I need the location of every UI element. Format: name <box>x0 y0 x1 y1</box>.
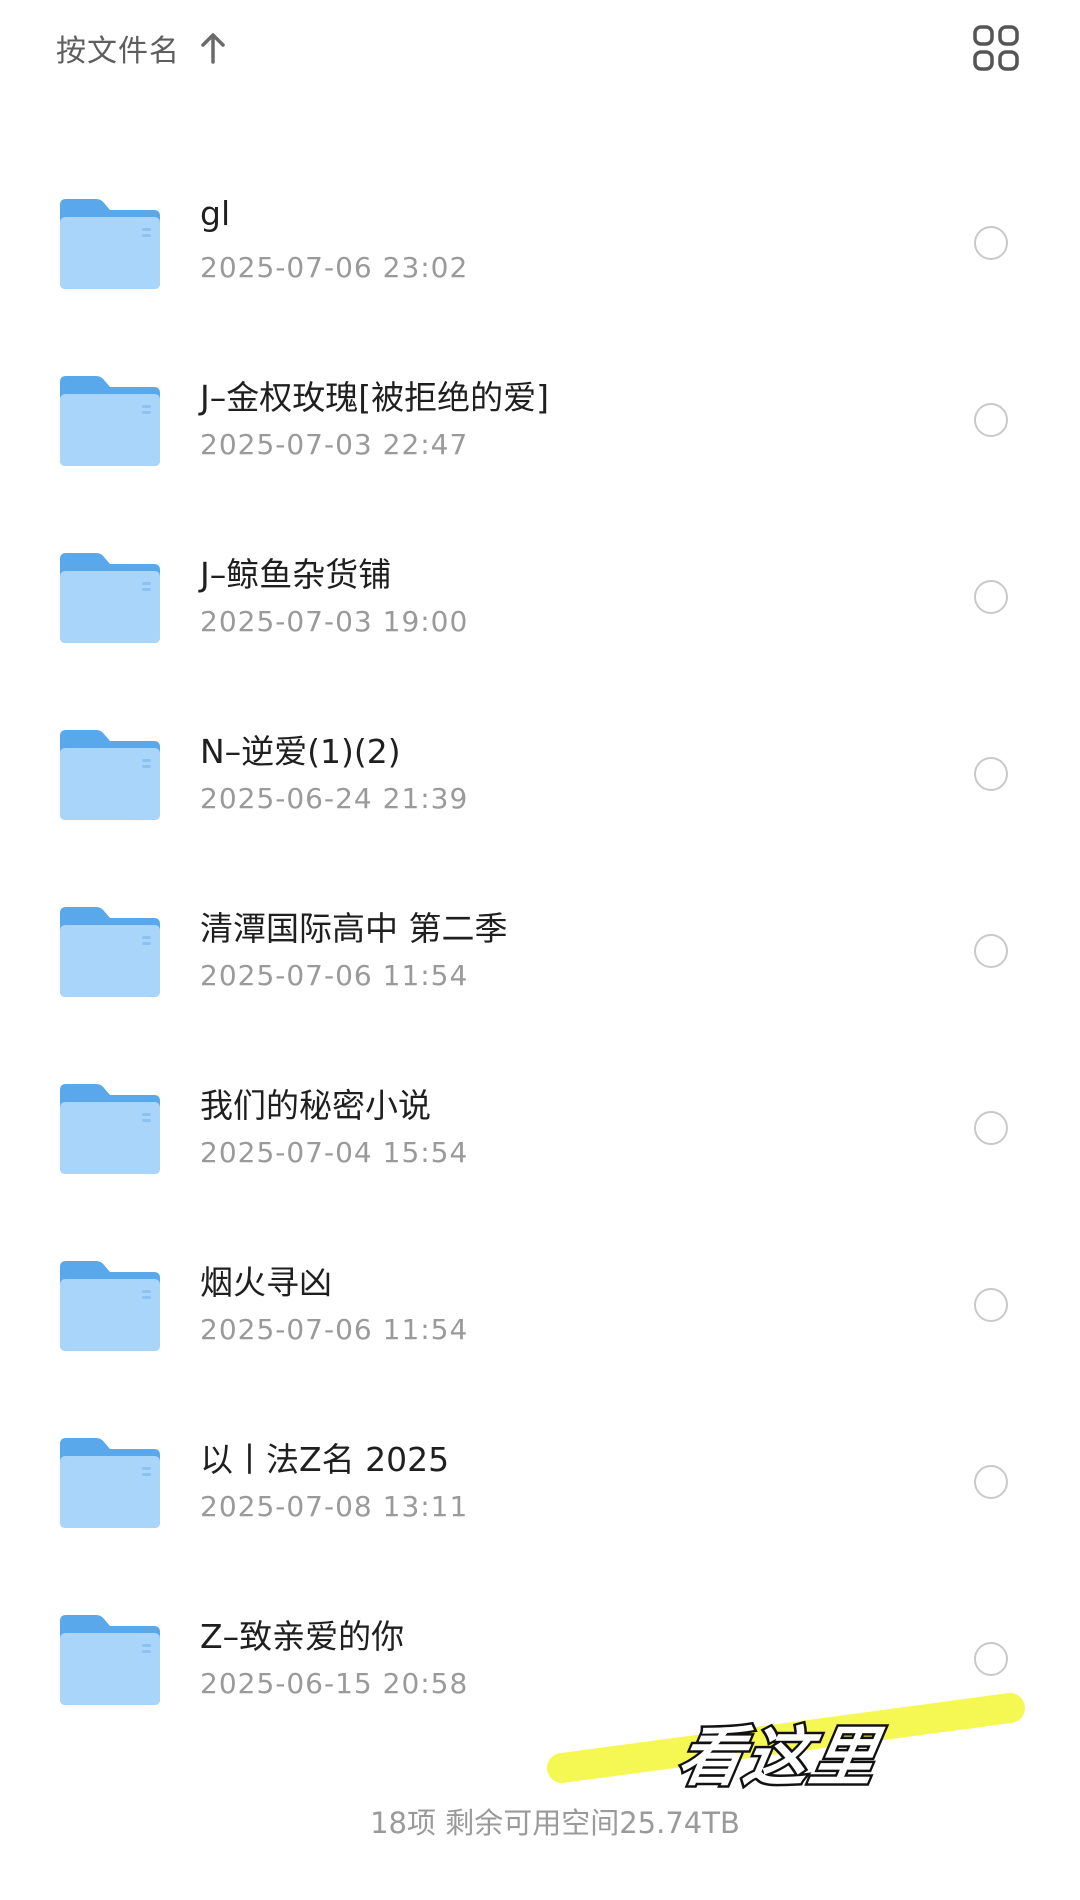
folder-icon <box>60 730 160 820</box>
select-checkbox[interactable] <box>974 1288 1008 1322</box>
folder-modified-date: 2025-06-15 20:58 <box>200 1667 469 1700</box>
folder-name: 以丨法Z名 2025 <box>200 1440 450 1479</box>
folder-row[interactable]: gl 2025-07-06 23:02 <box>0 160 1080 337</box>
folder-modified-date: 2025-07-08 13:11 <box>200 1490 469 1523</box>
folder-icon <box>60 1261 160 1351</box>
folder-icon <box>60 376 160 466</box>
folder-name: Z–致亲爱的你 <box>200 1617 405 1656</box>
folder-modified-date: 2025-07-06 11:54 <box>200 959 469 992</box>
folder-name: 清潭国际高中 第二季 <box>200 909 508 948</box>
select-checkbox[interactable] <box>974 1642 1008 1676</box>
folder-row[interactable]: J–鲸鱼杂货铺 2025-07-03 19:00 <box>0 514 1080 691</box>
folder-row[interactable]: 清潭国际高中 第二季 2025-07-06 11:54 <box>0 868 1080 1045</box>
select-checkbox[interactable] <box>974 403 1008 437</box>
select-checkbox[interactable] <box>974 1111 1008 1145</box>
folder-modified-date: 2025-07-03 19:00 <box>200 605 469 638</box>
folder-name: J–金权玫瑰[被拒绝的爱] <box>200 378 549 417</box>
folder-icon <box>60 1438 160 1528</box>
folder-row[interactable]: 烟火寻凶 2025-07-06 11:54 <box>0 1222 1080 1399</box>
folder-icon <box>60 1615 160 1705</box>
folder-row[interactable]: 我们的秘密小说 2025-07-04 15:54 <box>0 1045 1080 1222</box>
header: 按文件名 <box>0 0 1080 100</box>
annotation-sticker-text: 看这里 <box>670 1719 886 1798</box>
folder-icon <box>60 199 160 289</box>
select-checkbox[interactable] <box>974 934 1008 968</box>
folder-modified-date: 2025-07-06 23:02 <box>200 251 469 284</box>
folder-row[interactable]: 以丨法Z名 2025 2025-07-08 13:11 <box>0 1399 1080 1576</box>
select-checkbox[interactable] <box>974 226 1008 260</box>
storage-summary: 18项 剩余可用空间25.74TB <box>370 1806 740 1840</box>
folder-icon <box>60 907 160 997</box>
folder-name: N–逆爱(1)(2) <box>200 732 401 771</box>
arrow-up-icon <box>201 33 225 64</box>
file-list: gl 2025-07-06 23:02 J–金权玫瑰[被拒绝的爱] 2025-0… <box>0 160 1080 1753</box>
folder-row[interactable]: J–金权玫瑰[被拒绝的爱] 2025-07-03 22:47 <box>0 337 1080 514</box>
folder-icon <box>60 1084 160 1174</box>
file-browser-page: 按文件名 gl 2025-07-06 23:02 J–金权玫瑰[被拒绝的爱] 2… <box>0 0 1080 1900</box>
folder-row[interactable]: N–逆爱(1)(2) 2025-06-24 21:39 <box>0 691 1080 868</box>
folder-name: gl <box>200 194 231 233</box>
folder-name: 我们的秘密小说 <box>200 1086 431 1125</box>
folder-row[interactable]: Z–致亲爱的你 2025-06-15 20:58 <box>0 1576 1080 1753</box>
select-checkbox[interactable] <box>974 1465 1008 1499</box>
folder-modified-date: 2025-07-03 22:47 <box>200 428 469 461</box>
folder-modified-date: 2025-07-04 15:54 <box>200 1136 469 1169</box>
folder-name: J–鲸鱼杂货铺 <box>200 555 392 594</box>
sort-label: 按文件名 <box>56 34 180 69</box>
grid-view-icon[interactable] <box>972 24 1020 72</box>
folder-modified-date: 2025-07-06 11:54 <box>200 1313 469 1346</box>
folder-modified-date: 2025-06-24 21:39 <box>200 782 469 815</box>
sort-by-name-button[interactable]: 按文件名 <box>56 24 228 72</box>
select-checkbox[interactable] <box>974 580 1008 614</box>
select-checkbox[interactable] <box>974 757 1008 791</box>
folder-name: 烟火寻凶 <box>200 1263 332 1302</box>
folder-icon <box>60 553 160 643</box>
